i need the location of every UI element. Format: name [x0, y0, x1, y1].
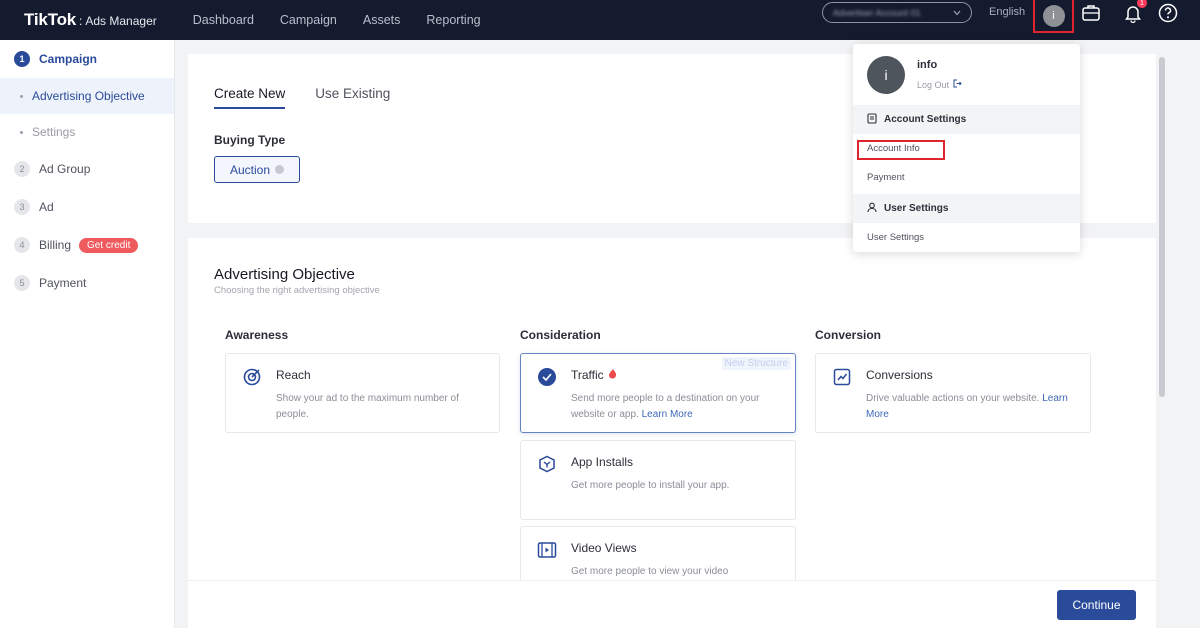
user-icon	[867, 202, 877, 216]
user-settings-section-label: User Settings	[884, 203, 949, 214]
objective-card-video-views[interactable]: Video Views Get more people to view your…	[520, 526, 796, 580]
step-number: 1	[14, 51, 30, 67]
objective-card-traffic[interactable]: New Structure Traffic Send more people t…	[520, 353, 796, 433]
continue-button[interactable]: Continue	[1057, 590, 1136, 620]
user-settings-item[interactable]: User Settings	[867, 232, 924, 243]
new-structure-tag: New Structure	[721, 357, 791, 370]
avatar-button[interactable]: i	[1033, 0, 1074, 33]
sidebar: 1 Campaign Advertising Objective Setting…	[0, 40, 175, 628]
account-settings-label: Account Settings	[884, 114, 967, 125]
card-title: Traffic	[571, 368, 617, 382]
brand-separator: :	[79, 14, 83, 28]
step-number: 3	[14, 199, 30, 215]
nav-campaign[interactable]: Campaign	[280, 13, 337, 27]
bell-icon[interactable]: 1	[1122, 0, 1147, 24]
payment-item[interactable]: Payment	[867, 172, 905, 183]
card-description: Drive valuable actions on your website. …	[866, 391, 1076, 423]
document-icon	[867, 112, 877, 127]
buying-type-label: Buying Type	[214, 133, 286, 147]
tab-create-new[interactable]: Create New	[214, 86, 286, 109]
conversions-desc: Drive valuable actions on your website.	[866, 393, 1040, 404]
card-description: Get more people to view your video	[571, 566, 729, 577]
logout-icon	[953, 79, 962, 90]
campaign-tabs: Create New Use Existing	[214, 86, 390, 109]
sidebar-step-ad[interactable]: 3 Ad	[0, 188, 174, 226]
logout-label: Log Out	[917, 79, 950, 90]
column-awareness: Awareness	[225, 328, 289, 342]
nav-reporting[interactable]: Reporting	[426, 13, 480, 27]
account-name: Advertiser Account 01	[833, 7, 921, 18]
top-nav: Dashboard Campaign Assets Reporting	[193, 13, 481, 27]
sidebar-step-billing[interactable]: 4 Billing Get credit	[0, 226, 174, 264]
auction-label: Auction	[229, 162, 271, 177]
app-cube-icon	[537, 454, 557, 474]
avatar: i	[1042, 4, 1065, 27]
objective-card-conversions[interactable]: Conversions Drive valuable actions on yo…	[815, 353, 1091, 433]
column-conversion: Conversion	[815, 328, 882, 342]
target-icon	[242, 367, 262, 387]
video-icon	[537, 540, 557, 560]
step-number: 2	[14, 161, 30, 177]
card-title: Reach	[276, 368, 311, 382]
step-label: Billing	[39, 238, 72, 252]
briefcase-icon[interactable]	[1080, 2, 1102, 24]
objective-card-reach[interactable]: Reach Show your ad to the maximum number…	[225, 353, 500, 433]
user-name: info	[917, 59, 938, 71]
learn-more-link[interactable]: Learn More	[642, 409, 693, 420]
language-selector[interactable]: English	[989, 6, 1025, 18]
user-settings-header: User Settings	[853, 194, 1080, 223]
sidebar-substep-settings[interactable]: Settings	[0, 114, 174, 150]
card-description: Send more people to a destination on you…	[571, 391, 781, 423]
step-label: Campaign	[39, 52, 98, 66]
brand[interactable]: TikTok : Ads Manager	[24, 10, 157, 30]
nav-dashboard[interactable]: Dashboard	[193, 13, 254, 27]
flame-icon	[608, 368, 617, 382]
step-number: 5	[14, 275, 30, 291]
dropdown-avatar: i	[867, 56, 905, 94]
get-credit-badge[interactable]: Get credit	[79, 237, 139, 253]
check-circle-icon	[537, 367, 557, 387]
card-title: Video Views	[571, 541, 637, 555]
card-title: Conversions	[866, 368, 933, 382]
help-icon[interactable]	[1157, 2, 1179, 24]
card-description: Get more people to install your app.	[571, 480, 730, 491]
step-label: Payment	[39, 276, 87, 290]
step-label: Ad Group	[39, 162, 91, 176]
section-subtitle: Choosing the right advertising objective	[214, 285, 380, 296]
footer-bar	[188, 580, 1156, 628]
account-selector[interactable]: Advertiser Account 01	[822, 2, 972, 23]
step-number: 4	[14, 237, 30, 253]
chevron-down-icon	[953, 8, 961, 18]
traffic-title: Traffic	[571, 368, 604, 382]
product-name: Ads Manager	[85, 14, 157, 28]
page-scrollbar[interactable]	[1159, 57, 1165, 397]
objective-panel: Advertising Objective Choosing the right…	[188, 238, 1156, 580]
nav-assets[interactable]: Assets	[363, 13, 401, 27]
info-icon[interactable]	[275, 165, 285, 174]
tiktok-logo: TikTok	[24, 10, 77, 29]
card-description: Show your ad to the maximum number of pe…	[276, 393, 459, 420]
trend-chart-icon	[832, 367, 852, 387]
column-consideration: Consideration	[520, 328, 601, 342]
sidebar-substep-advertising-objective[interactable]: Advertising Objective	[0, 78, 174, 114]
sidebar-step-payment[interactable]: 5 Payment	[0, 264, 174, 302]
sidebar-step-campaign[interactable]: 1 Campaign	[0, 40, 174, 78]
substep-label: Advertising Objective	[32, 89, 145, 103]
step-label: Ad	[39, 200, 54, 214]
sidebar-step-ad-group[interactable]: 2 Ad Group	[0, 150, 174, 188]
card-title: App Installs	[571, 455, 634, 469]
objective-card-app-installs[interactable]: App Installs Get more people to install …	[520, 440, 796, 520]
tab-use-existing[interactable]: Use Existing	[315, 86, 390, 109]
section-title: Advertising Objective	[214, 266, 355, 283]
substep-label: Settings	[32, 125, 76, 139]
bullet-icon	[20, 94, 23, 98]
account-info-highlight	[857, 140, 945, 160]
logout-link[interactable]: Log Out	[917, 79, 962, 90]
account-settings-header: Account Settings	[853, 105, 1080, 134]
auction-button[interactable]: Auction	[214, 156, 300, 183]
bullet-icon	[20, 130, 23, 134]
